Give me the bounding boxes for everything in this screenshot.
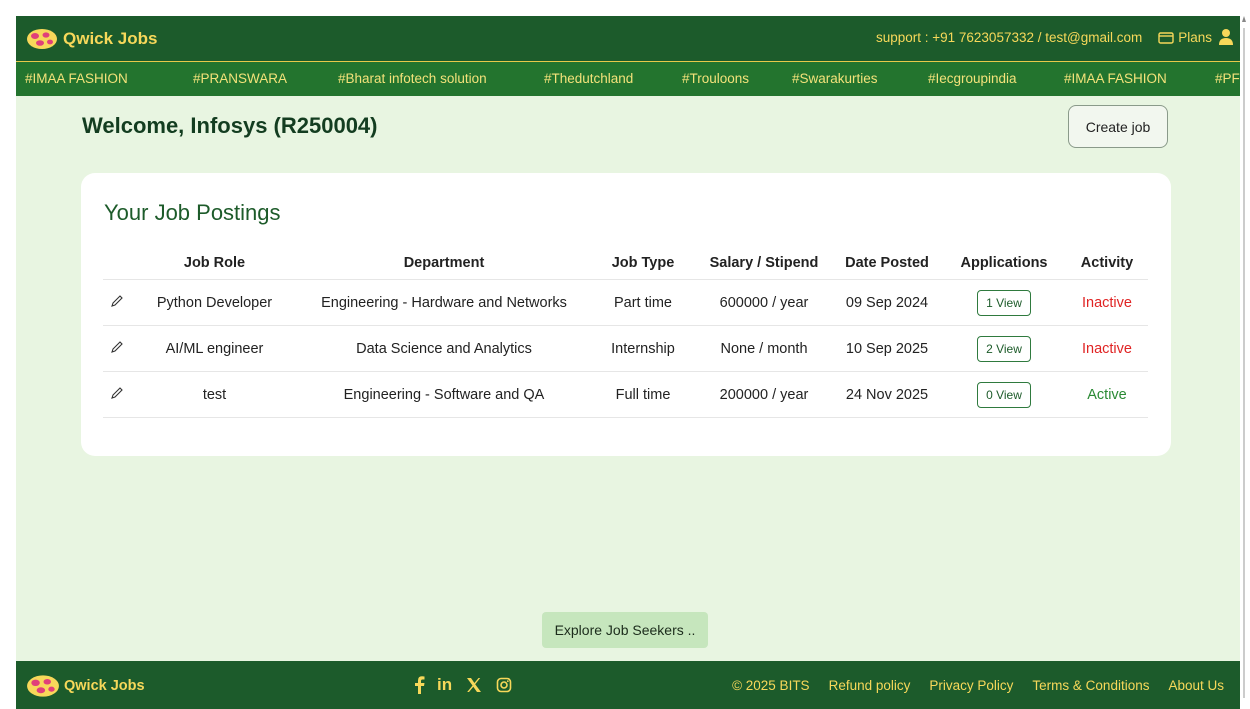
activity-status: Active	[1066, 371, 1148, 418]
job-type-cell: Full time	[590, 371, 696, 418]
tag-link[interactable]: #Thedutchland	[544, 71, 633, 86]
view-applications-button[interactable]: 2 View	[977, 335, 1031, 362]
job-role-cell: AI/ML engineer	[131, 325, 298, 372]
facebook-icon[interactable]	[413, 676, 425, 694]
applications-cell: 2 View	[942, 325, 1066, 372]
plans-label: Plans	[1178, 30, 1212, 45]
table-row: Python Developer Engineering - Hardware …	[103, 279, 1148, 326]
qwick-logo-icon	[27, 29, 57, 49]
date-posted-cell: 09 Sep 2024	[832, 279, 942, 326]
postings-title: Your Job Postings	[104, 200, 281, 225]
card-icon	[1158, 31, 1174, 44]
refund-policy-link[interactable]: Refund policy	[829, 678, 911, 693]
tag-link[interactable]: #IMAA FASHION	[1064, 71, 1167, 86]
privacy-policy-link[interactable]: Privacy Policy	[929, 678, 1013, 693]
applications-cell: 1 View	[942, 279, 1066, 326]
footer-links: © 2025 BITS Refund policy Privacy Policy…	[713, 678, 1224, 693]
job-type-cell: Internship	[590, 325, 696, 372]
create-job-button[interactable]: Create job	[1068, 105, 1168, 148]
footer-brand[interactable]: Qwick Jobs	[26, 674, 145, 698]
column-header: Job Type	[590, 247, 696, 280]
pencil-icon[interactable]	[110, 294, 124, 308]
column-header: Job Role	[131, 247, 298, 280]
tag-link[interactable]: #Bharat infotech solution	[338, 71, 487, 86]
tag-link[interactable]: #Iecgroupindia	[928, 71, 1017, 86]
top-header: Qwick Jobs support : +91 7623057332 / te…	[16, 16, 1240, 61]
support-info: support : +91 7623057332 / test@gmail.co…	[876, 30, 1212, 45]
edit-column-header	[103, 247, 131, 280]
department-cell: Data Science and Analytics	[298, 325, 590, 372]
job-postings-card: Your Job Postings Job Role Department Jo…	[81, 173, 1171, 456]
view-applications-button[interactable]: 0 View	[977, 381, 1031, 408]
salary-cell: 600000 / year	[696, 279, 832, 326]
qwick-logo-icon	[27, 675, 59, 697]
tag-link[interactable]: #Trouloons	[682, 71, 749, 86]
column-header: Activity	[1066, 247, 1148, 280]
column-header: Department	[298, 247, 590, 280]
terms-link[interactable]: Terms & Conditions	[1032, 678, 1149, 693]
linkedin-icon[interactable]: in	[437, 675, 452, 695]
edit-cell	[103, 371, 131, 418]
date-posted-cell: 10 Sep 2025	[832, 325, 942, 372]
x-icon[interactable]	[466, 677, 482, 693]
view-applications-button[interactable]: 1 View	[977, 289, 1031, 316]
table-row: AI/ML engineer Data Science and Analytic…	[103, 325, 1148, 372]
footer-brand-name: Qwick Jobs	[64, 678, 145, 694]
date-posted-cell: 24 Nov 2025	[832, 371, 942, 418]
table-row: test Engineering - Software and QA Full …	[103, 371, 1148, 418]
support-contact: support : +91 7623057332 / test@gmail.co…	[875, 30, 1143, 45]
salary-cell: 200000 / year	[696, 371, 832, 418]
edit-cell	[103, 325, 131, 372]
copyright-text: © 2025 BITS	[732, 678, 810, 693]
table-header-row: Job Role Department Job Type Salary / St…	[103, 247, 1148, 280]
social-links: in	[413, 675, 512, 695]
tag-link[interactable]: #PRANSWARA	[193, 71, 287, 86]
app-frame: Qwick Jobs support : +91 7623057332 / te…	[16, 16, 1240, 709]
edit-cell	[103, 279, 131, 326]
column-header: Date Posted	[832, 247, 942, 280]
plans-link[interactable]: Plans	[1158, 30, 1212, 45]
job-role-cell: test	[131, 371, 298, 418]
scrollbar[interactable]	[1242, 16, 1246, 709]
applications-cell: 0 View	[942, 371, 1066, 418]
brand[interactable]: Qwick Jobs	[26, 27, 157, 51]
pencil-icon[interactable]	[110, 340, 124, 354]
explore-job-seekers-button[interactable]: Explore Job Seekers ..	[542, 612, 708, 648]
activity-status: Inactive	[1066, 325, 1148, 372]
tag-link[interactable]: #Swarakurties	[792, 71, 878, 86]
department-cell: Engineering - Hardware and Networks	[298, 279, 590, 326]
welcome-heading: Welcome, Infosys (R250004)	[82, 113, 378, 138]
job-type-cell: Part time	[590, 279, 696, 326]
user-icon[interactable]	[1218, 28, 1234, 46]
tag-link[interactable]: #IMAA FASHION	[25, 71, 128, 86]
column-header: Applications	[942, 247, 1066, 280]
activity-status: Inactive	[1066, 279, 1148, 326]
brand-name: Qwick Jobs	[63, 29, 158, 48]
department-cell: Engineering - Software and QA	[298, 371, 590, 418]
instagram-icon[interactable]	[496, 677, 512, 693]
column-header: Salary / Stipend	[696, 247, 832, 280]
about-us-link[interactable]: About Us	[1168, 678, 1224, 693]
footer: Qwick Jobs in © 2025 BITS Refund policy …	[16, 661, 1240, 709]
job-role-cell: Python Developer	[131, 279, 298, 326]
job-postings-table: Job Role Department Job Type Salary / St…	[103, 247, 1148, 418]
sponsor-tag-bar: #IMAA FASHION #PRANSWARA #Bharat infotec…	[16, 61, 1240, 96]
salary-cell: None / month	[696, 325, 832, 372]
pencil-icon[interactable]	[110, 386, 124, 400]
tag-link[interactable]: #PF	[1215, 71, 1240, 86]
